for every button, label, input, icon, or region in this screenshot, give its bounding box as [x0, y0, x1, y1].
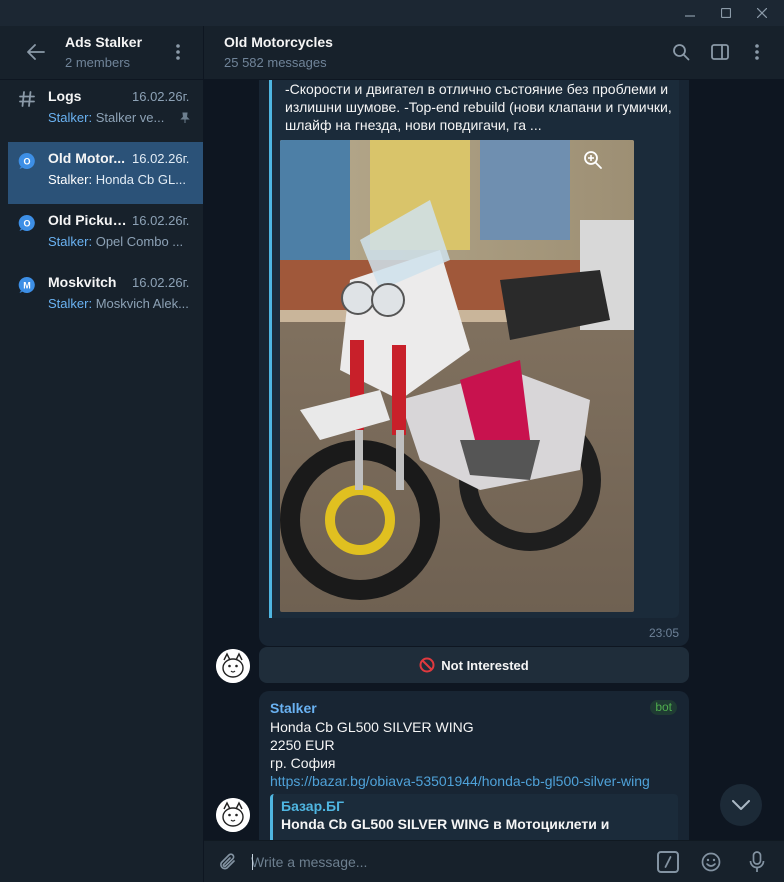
preview-site-name: Базар.БГ	[281, 798, 345, 814]
message-text-line: гр. София	[270, 755, 336, 771]
sidebar-header: Ads Stalker 2 members	[0, 26, 204, 80]
chevron-down-icon	[732, 800, 750, 810]
preview-text: Stalker ve...	[95, 110, 165, 125]
topic-item-moskvitch[interactable]: M Moskvitch 16.02.26г. Stalker: Moskvich…	[8, 266, 203, 328]
pin-icon	[178, 111, 192, 125]
chat-header: Old Motorcycles 25 582 messages	[204, 26, 784, 80]
message-input[interactable]	[251, 850, 631, 874]
topic-preview: Stalker: Stalker ve...	[48, 110, 198, 125]
topic-item-old-pickups[interactable]: O Old Pickups 16.02.26г. Stalker: Opel C…	[8, 204, 203, 266]
preview-text: Honda Cb GL...	[95, 172, 187, 187]
bot-commands-icon[interactable]	[657, 851, 679, 873]
more-vertical-icon[interactable]	[170, 40, 186, 64]
topic-item-old-motorcycles[interactable]: O Old Motor... 16.02.26г. Stalker: Honda…	[8, 142, 203, 204]
more-vertical-icon[interactable]	[744, 39, 770, 65]
topic-icon: M	[18, 276, 36, 294]
window-titlebar	[0, 0, 784, 26]
back-arrow-icon[interactable]	[24, 40, 48, 64]
group-title[interactable]: Ads Stalker	[65, 34, 142, 50]
topic-date: 16.02.26г.	[132, 89, 190, 104]
no-entry-icon	[419, 657, 435, 673]
maximize-icon[interactable]	[708, 0, 744, 26]
bot-avatar[interactable]	[216, 798, 250, 832]
topic-item-logs[interactable]: Logs 16.02.26г. Stalker: Stalker ve...	[8, 80, 203, 142]
message-bubble[interactable]: -Скорости и двигател в отлично състояние…	[259, 80, 689, 646]
side-panel-icon[interactable]	[707, 39, 733, 65]
scroll-down-button[interactable]	[720, 784, 762, 826]
svg-text:M: M	[23, 281, 31, 291]
topic-name: Moskvitch	[48, 274, 117, 290]
sidebar: Ads Stalker 2 members Logs 16.02.26г. St…	[0, 26, 204, 882]
hashtag-icon	[18, 90, 36, 108]
preview-sender: Stalker:	[48, 296, 93, 311]
message-sender[interactable]: Stalker	[270, 700, 317, 716]
topic-preview: Stalker: Moskvich Alek...	[48, 296, 198, 311]
topic-icon: O	[18, 152, 36, 170]
button-label: Not Interested	[441, 657, 529, 673]
preview-sender: Stalker:	[48, 234, 93, 249]
microphone-icon[interactable]	[745, 850, 769, 874]
topic-name: Logs	[48, 88, 82, 104]
message-text-line: 2250 EUR	[270, 737, 335, 753]
svg-text:O: O	[23, 219, 30, 229]
message-time: 23:05	[648, 626, 679, 640]
message-text-line: излишни шумове. -Top-end rebuild (нови к…	[285, 99, 672, 115]
emoji-icon[interactable]	[699, 850, 723, 874]
minimize-icon[interactable]	[672, 0, 708, 26]
chat-panel: Old Motorcycles 25 582 messages -Скорост…	[204, 26, 784, 882]
close-icon[interactable]	[744, 0, 780, 26]
topic-name: Old Pickups	[48, 212, 128, 228]
topic-date: 16.02.26г.	[132, 275, 190, 290]
preview-sender: Stalker:	[48, 172, 93, 187]
not-interested-button[interactable]: Not Interested	[259, 647, 689, 683]
message-text: -Скорости и двигател в отлично състояние…	[285, 80, 685, 134]
message-text-line: шлайф на гнезда, нови повдигачи, га ...	[285, 117, 542, 133]
zoom-in-icon[interactable]	[582, 149, 604, 171]
group-member-count: 2 members	[65, 55, 131, 70]
message-count: 25 582 messages	[224, 55, 327, 70]
topic-name: Old Motor...	[48, 150, 125, 166]
topic-preview: Stalker: Opel Combo ...	[48, 234, 198, 249]
message-bubble[interactable]: Stalker bot Honda Cb GL500 SILVER WING 2…	[259, 691, 689, 854]
topic-date: 16.02.26г.	[132, 151, 190, 166]
chat-title[interactable]: Old Motorcycles	[224, 34, 333, 50]
message-composer	[204, 840, 784, 882]
ad-link[interactable]: https://bazar.bg/obiava-53501944/honda-c…	[270, 773, 650, 789]
preview-text: Opel Combo ...	[95, 234, 184, 249]
message-text-line: Honda Cb GL500 SILVER WING	[270, 719, 474, 735]
bot-badge: bot	[650, 700, 677, 715]
preview-sender: Stalker:	[48, 110, 93, 125]
bot-avatar[interactable]	[216, 649, 250, 683]
topic-date: 16.02.26г.	[132, 213, 190, 228]
motorcycle-photo[interactable]	[280, 140, 634, 612]
topic-preview: Stalker: Honda Cb GL...	[48, 172, 198, 187]
text-caret	[252, 854, 253, 870]
preview-accent-bar	[269, 80, 272, 618]
svg-text:O: O	[23, 157, 30, 167]
message-text-line: -Скорости и двигател в отлично състояние…	[285, 81, 669, 97]
preview-title: Honda Cb GL500 SILVER WING в Мотоциклети…	[281, 816, 610, 832]
preview-text: Moskvich Alek...	[95, 296, 189, 311]
topic-icon: O	[18, 214, 36, 232]
search-icon[interactable]	[668, 39, 694, 65]
paperclip-icon[interactable]	[216, 850, 240, 874]
